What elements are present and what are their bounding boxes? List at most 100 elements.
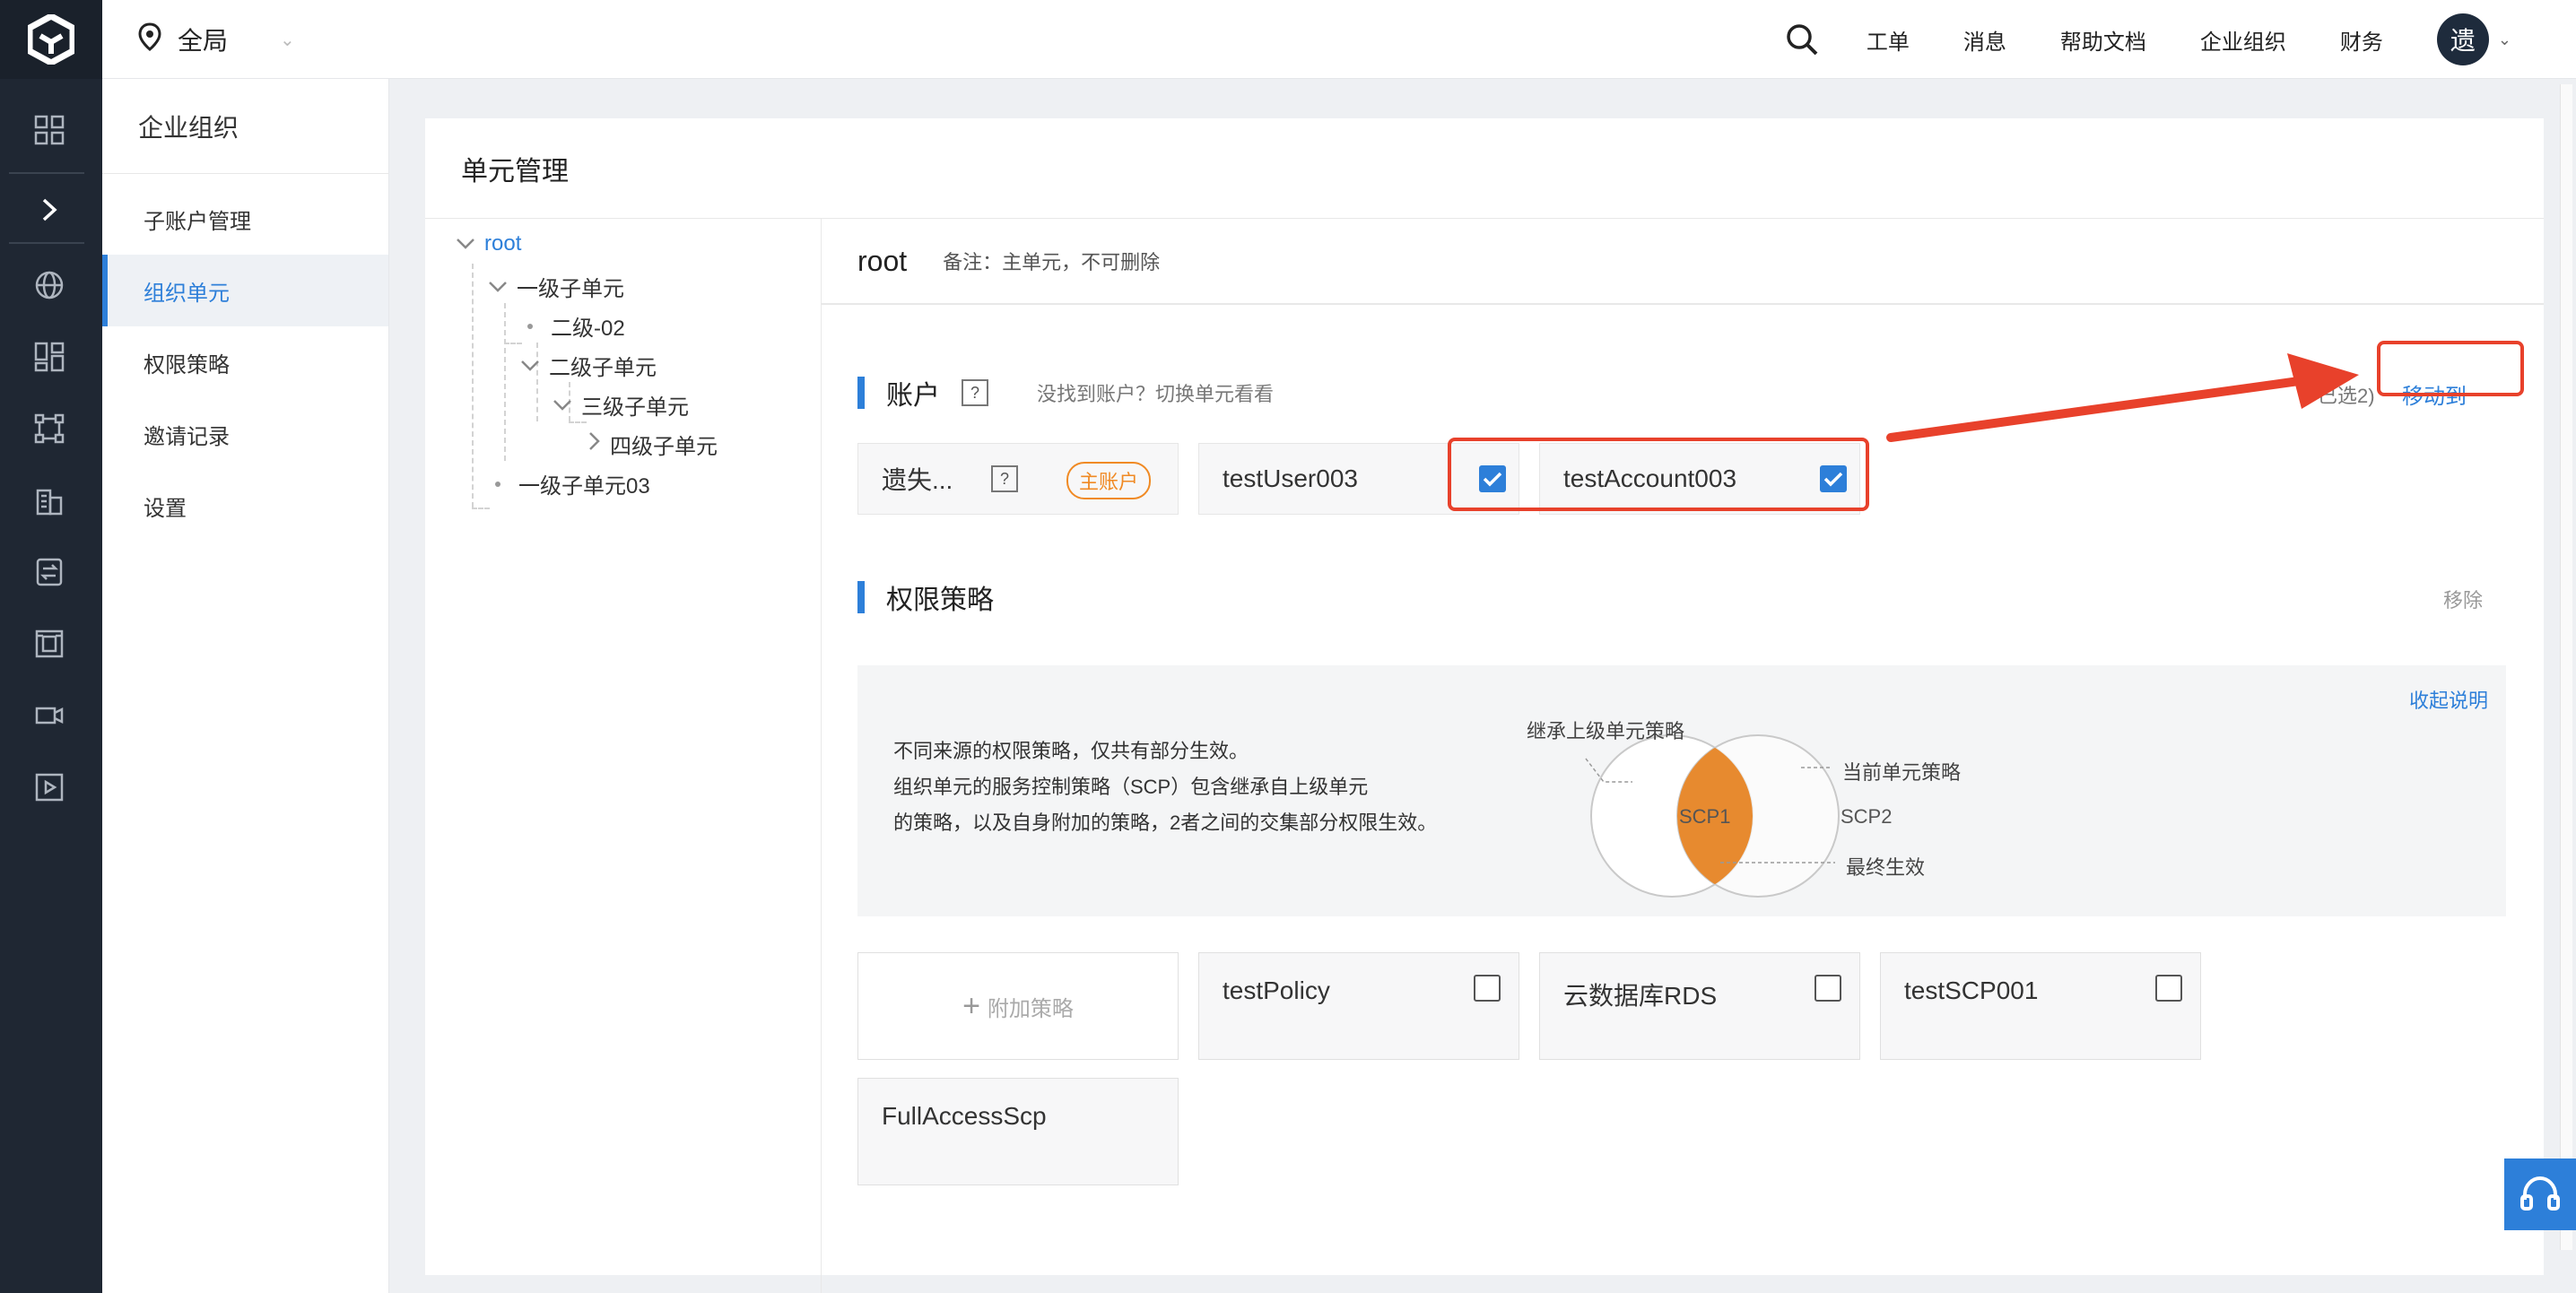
accounts-label: 账户 [886,381,940,411]
venn-scp2-label: SCP2 [1841,805,1893,828]
main-account-badge: 主账户 [1066,462,1152,499]
chevron-right-icon [588,431,601,457]
building-icon[interactable] [31,482,67,518]
tree-node-level3[interactable]: 三级子单元 [553,389,689,421]
section-accent-bar [857,581,865,613]
tree-node-level1-03[interactable]: 一级子单元03 [495,468,650,499]
chevron-down-icon [488,274,508,299]
annotation-arrow-icon [1886,353,2359,442]
venn-current-label: 当前单元策略 [1842,761,1962,784]
policy-checkbox[interactable] [1815,975,1841,1002]
sidebar-item-policies[interactable]: 权限策略 [102,326,388,398]
location-pin-icon [138,22,161,57]
rail-divider [9,172,84,174]
tree-node-level2-02[interactable]: 二级-02 [527,310,625,342]
main-card: 单元管理 root 一级子单元 二级-02 二级子单元 三级子单元 四级子单元 … [425,118,2544,1293]
page-scrollbar[interactable] [2560,84,2572,1250]
network-icon[interactable] [31,411,67,447]
remove-button[interactable]: 移除 [2443,585,2483,613]
section-sidebar: 企业组织 子账户管理 组织单元 权限策略 邀请记录 设置 [102,79,389,1293]
app-logo-icon[interactable] [0,0,102,79]
explanation-line: 组织单元的服务控制策略（SCP）包含继承自上级单元 [893,776,1369,798]
help-icon[interactable]: ? [991,465,1018,492]
sidebar-item-org-units[interactable]: 组织单元 [102,255,388,326]
top-nav: 工单 消息 帮助文档 企业组织 财务 遗 ⌄ [1782,0,2511,79]
apps-icon[interactable] [31,339,67,375]
accounts-section-title: 账户 ? 没找到账户？切换单元看看 [857,373,1274,412]
policy-card[interactable]: testSCP001 [1880,952,2201,1060]
unit-note: 备注：主单元，不可删除 [943,251,1161,273]
tree-guide [504,303,506,461]
unit-tree: root 一级子单元 二级-02 二级子单元 三级子单元 四级子单元 一级子单元… [425,219,822,1293]
tree-guide [504,343,522,344]
tree-node-root[interactable]: root [456,231,521,256]
annotation-highlight-move [2377,341,2524,396]
leaf-dot-icon [527,323,533,329]
venn-scp1-label: SCP1 [1679,805,1731,828]
policy-checkbox[interactable] [2155,975,2182,1002]
nav-tickets[interactable]: 工单 [1867,24,1910,56]
tree-guide [569,421,587,423]
venn-inherited-label: 继承上级单元策略 [1527,720,1685,742]
sidebar-item-settings[interactable]: 设置 [102,470,388,542]
camera-icon[interactable] [31,698,67,733]
policy-name: testPolicy [1223,976,1330,1004]
policy-card[interactable]: 云数据库RDS [1539,952,1860,1060]
policy-explanation: 收起说明 不同来源的权限策略，仅共有部分生效。 组织单元的服务控制策略（SCP）… [857,665,2506,916]
chevron-down-icon [520,353,540,378]
venn-final-label: 最终生效 [1846,856,1926,879]
sidebar-item-sub-accounts[interactable]: 子账户管理 [102,183,388,255]
rail-divider [9,242,84,244]
avatar[interactable]: 遗 [2436,13,2489,65]
tree-node-label: 二级-02 [551,317,625,341]
policy-checkbox[interactable] [1474,975,1501,1002]
search-icon[interactable] [1782,20,1822,59]
page-title: 单元管理 [425,118,2544,219]
leaf-dot-icon [495,481,500,487]
policies-label: 权限策略 [886,586,994,615]
account-card-main[interactable]: 遗失... ? 主账户 [857,443,1179,515]
expand-chevron-icon[interactable] [31,192,67,228]
gate-icon[interactable] [31,626,67,662]
nav-organization[interactable]: 企业组织 [2200,24,2286,56]
tree-node-level4[interactable]: 四级子单元 [588,429,718,460]
unit-name: root [857,244,908,277]
explanation-line: 的策略，以及自身附加的策略，2者之间的交集部分权限生效。 [893,811,1438,834]
region-selector[interactable]: 全局 ⌄ [138,20,295,59]
explanation-line: 不同来源的权限策略，仅共有部分生效。 [893,740,1249,762]
section-accent-bar [857,377,865,409]
play-icon[interactable] [31,769,67,805]
tree-guide [472,264,474,508]
headset-icon[interactable] [2504,1158,2576,1230]
tree-node-level2[interactable]: 二级子单元 [520,350,657,381]
sidebar-item-invitations[interactable]: 邀请记录 [102,398,388,470]
policy-name: 云数据库RDS [1563,982,1718,1010]
policy-card[interactable]: FullAccessScp [857,1078,1179,1185]
tree-node-label: 三级子单元 [581,395,689,420]
plus-icon: + [962,988,980,1023]
tree-node-label: 一级子单元 [517,277,624,301]
nav-help-docs[interactable]: 帮助文档 [2060,24,2146,56]
nav-messages[interactable]: 消息 [1963,24,2006,56]
annotation-highlight-accounts [1448,438,1869,511]
transfer-icon[interactable] [31,554,67,590]
account-name: testUser003 [1223,464,1358,492]
tree-node-label: root [484,231,522,256]
tree-node-level1[interactable]: 一级子单元 [488,271,624,302]
globe-icon[interactable] [31,267,67,303]
tree-node-label: 二级子单元 [549,356,657,380]
chevron-down-icon[interactable]: ⌄ [2498,30,2511,49]
nav-finance[interactable]: 财务 [2340,24,2383,56]
chevron-down-icon [456,231,475,256]
tree-node-label: 一级子单元03 [518,474,650,499]
help-icon[interactable]: ? [962,379,988,406]
collapse-explanation-link[interactable]: 收起说明 [2409,685,2488,714]
tree-guide [472,508,490,509]
top-bar: 全局 ⌄ 工单 消息 帮助文档 企业组织 财务 遗 ⌄ [102,0,2576,79]
policy-card[interactable]: testPolicy [1198,952,1519,1060]
sidebar-title: 企业组织 [102,79,388,174]
dashboard-grid-icon[interactable] [31,112,67,148]
add-policy-button[interactable]: + 附加策略 [857,952,1179,1060]
chevron-down-icon [553,393,572,418]
account-name: 遗失... [882,466,953,494]
